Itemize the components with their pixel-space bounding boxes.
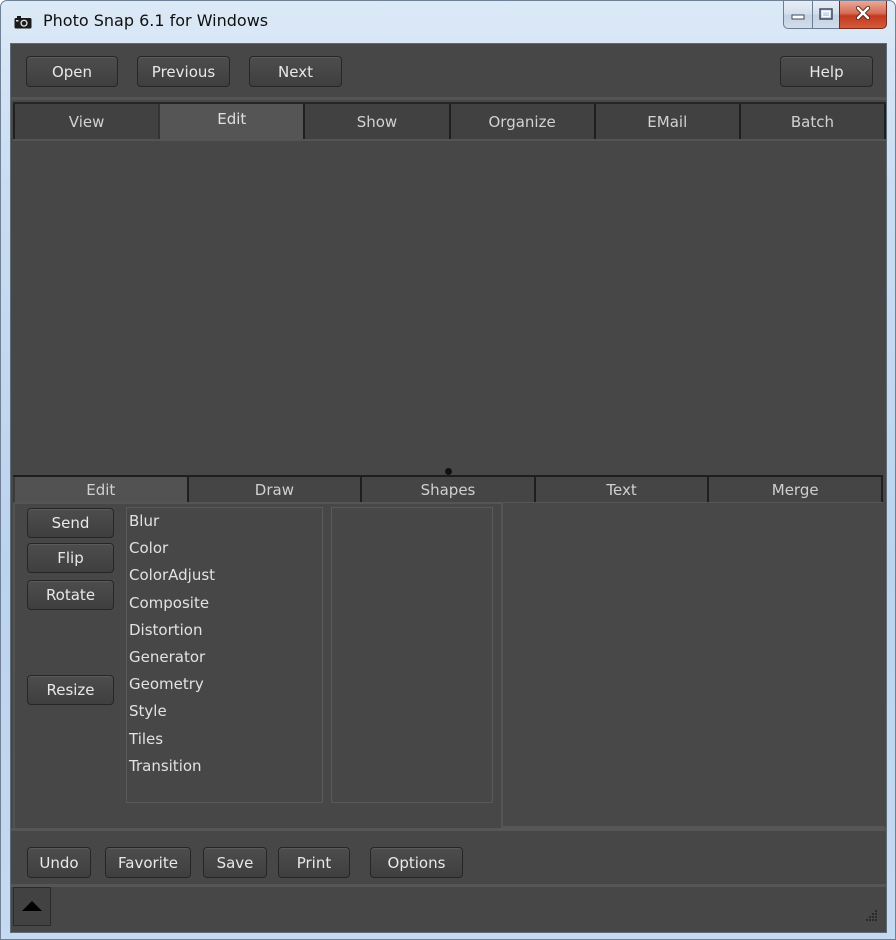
- edit-sub-tab-bar: Edit Draw Shapes Text Merge: [13, 475, 883, 502]
- favorite-button[interactable]: Favorite: [105, 847, 191, 878]
- image-canvas[interactable]: [13, 139, 886, 473]
- tab-organize[interactable]: Organize: [448, 104, 594, 139]
- list-item-composite[interactable]: Composite: [127, 592, 322, 619]
- list-item-coloradjust[interactable]: ColorAdjust: [127, 564, 322, 591]
- tab-email[interactable]: EMail: [593, 104, 739, 139]
- open-button[interactable]: Open: [26, 56, 118, 87]
- tab-batch[interactable]: Batch: [738, 104, 887, 139]
- subtab-text[interactable]: Text: [533, 477, 708, 502]
- list-item-transition[interactable]: Transition: [127, 755, 322, 782]
- filter-preview-panel: [501, 503, 885, 828]
- help-button[interactable]: Help: [780, 56, 873, 87]
- list-item-tiles[interactable]: Tiles: [127, 728, 322, 755]
- subtab-edit[interactable]: Edit: [13, 477, 187, 502]
- status-bar-divider: [11, 884, 886, 887]
- minimize-button[interactable]: [783, 1, 812, 29]
- list-item-style[interactable]: Style: [127, 700, 322, 727]
- list-item-blur[interactable]: Blur: [127, 510, 322, 537]
- triangle-up-icon: [21, 897, 43, 916]
- list-item-color[interactable]: Color: [127, 537, 322, 564]
- expand-panel-button[interactable]: [13, 887, 51, 926]
- tab-show[interactable]: Show: [303, 104, 449, 139]
- list-item-distortion[interactable]: Distortion: [127, 619, 322, 646]
- title-bar[interactable]: Photo Snap 6.1 for Windows: [1, 1, 895, 43]
- subtab-shapes[interactable]: Shapes: [360, 477, 534, 502]
- undo-button[interactable]: Undo: [27, 847, 91, 878]
- filter-effect-list[interactable]: [331, 507, 493, 803]
- print-button[interactable]: Print: [278, 847, 350, 878]
- tab-view[interactable]: View: [13, 104, 159, 139]
- camera-icon: [14, 14, 32, 29]
- splitter-handle[interactable]: [445, 468, 452, 475]
- bottom-bar-divider: [11, 828, 886, 831]
- close-button[interactable]: [839, 1, 887, 29]
- maximize-button[interactable]: [812, 1, 839, 29]
- minimize-icon: [791, 5, 805, 24]
- app-window: Photo Snap 6.1 for Windows Open Previous: [0, 0, 896, 940]
- list-item-generator[interactable]: Generator: [127, 646, 322, 673]
- list-item-geometry[interactable]: Geometry: [127, 673, 322, 700]
- maximize-icon: [819, 5, 833, 24]
- next-button[interactable]: Next: [249, 56, 342, 87]
- rotate-button[interactable]: Rotate: [27, 580, 114, 610]
- flip-button[interactable]: Flip: [27, 543, 114, 573]
- save-button[interactable]: Save: [203, 847, 267, 878]
- window-title: Photo Snap 6.1 for Windows: [43, 11, 269, 30]
- subtab-merge[interactable]: Merge: [707, 477, 883, 502]
- toolbar-divider: [11, 97, 886, 100]
- tab-edit[interactable]: Edit: [158, 104, 304, 139]
- send-button[interactable]: Send: [27, 508, 114, 538]
- resize-button[interactable]: Resize: [27, 675, 114, 705]
- close-icon: [855, 5, 871, 24]
- filter-category-list[interactable]: Blur Color ColorAdjust Composite Distort…: [126, 507, 323, 803]
- resize-grip-icon[interactable]: [866, 906, 878, 921]
- subtab-draw[interactable]: Draw: [186, 477, 361, 502]
- panel-border: [13, 502, 15, 828]
- options-button[interactable]: Options: [370, 847, 463, 878]
- main-tab-bar: View Edit Show Organize EMail Batch: [13, 102, 887, 139]
- client-area: Open Previous Next Help View Edit Show O…: [10, 43, 887, 933]
- caption-buttons: [783, 1, 887, 29]
- previous-button[interactable]: Previous: [137, 56, 230, 87]
